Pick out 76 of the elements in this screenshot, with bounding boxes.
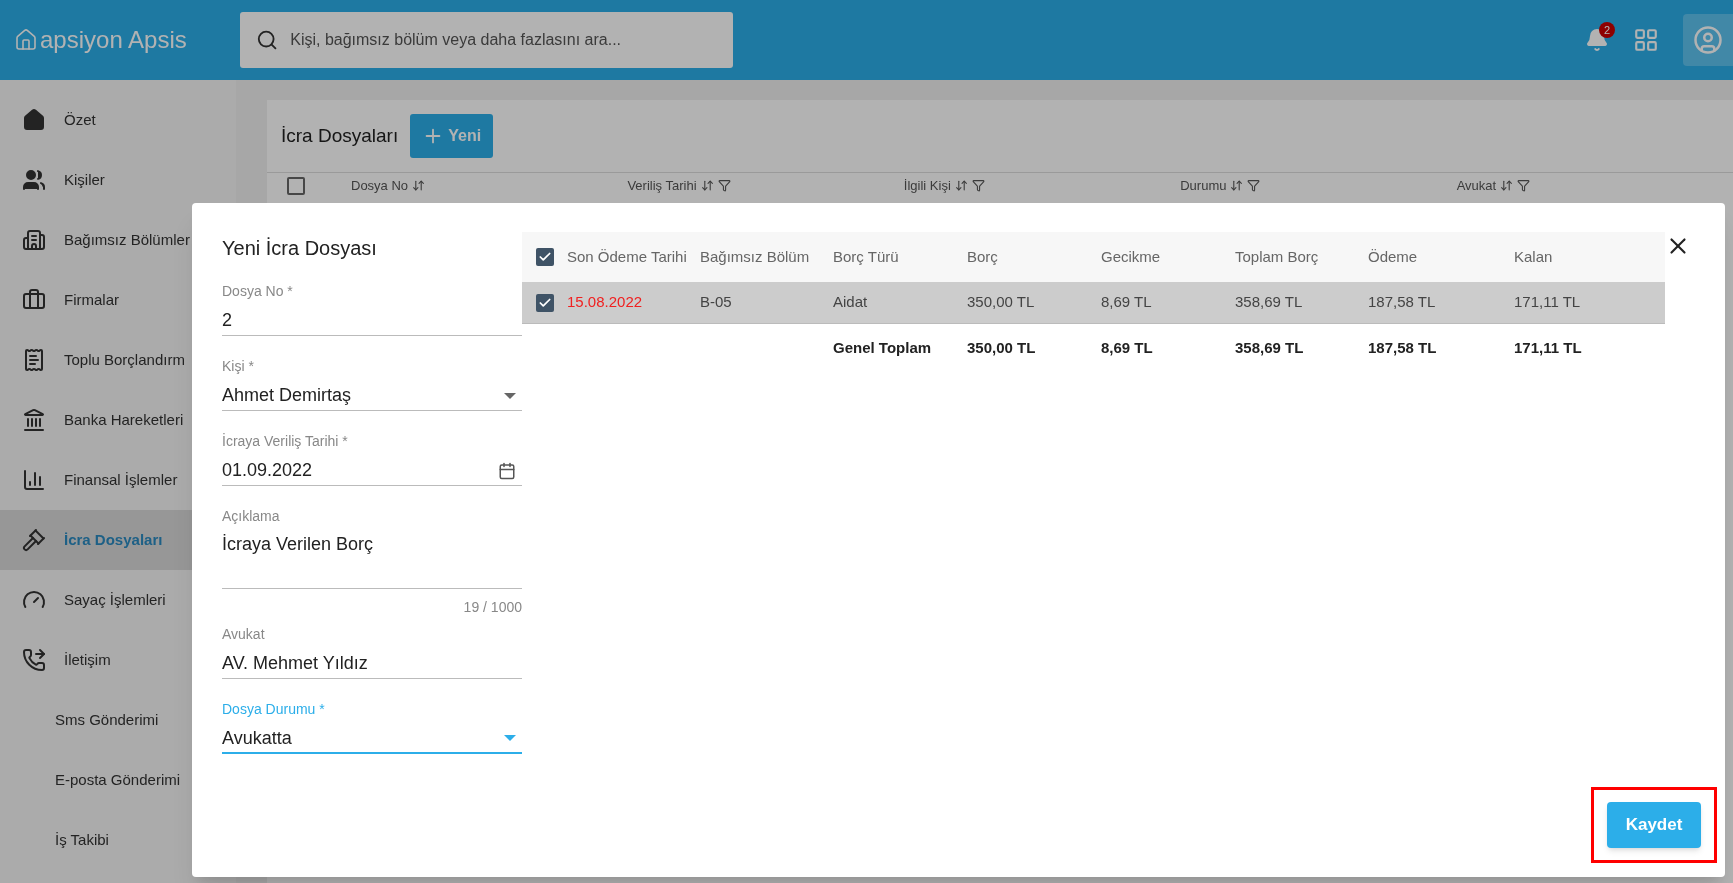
- column-header: Borç: [967, 247, 999, 267]
- sort-icon[interactable]: [412, 179, 426, 192]
- input-field[interactable]: 01.09.2022: [222, 452, 522, 486]
- input-field[interactable]: İcraya Verilen Borç: [222, 527, 522, 589]
- checkbox[interactable]: [535, 293, 554, 312]
- check-icon: [537, 250, 552, 264]
- table-cell-text: 187,58 TL: [1368, 292, 1437, 313]
- gavel-icon: [22, 528, 46, 552]
- search-field[interactable]: Kişi, bağımsız bölüm veya daha fazlasını ara...: [290, 28, 717, 52]
- receipt-icon: [22, 348, 46, 372]
- filter-icon[interactable]: [1517, 179, 1531, 192]
- table-cell-text: Aidat: [833, 292, 869, 313]
- input-field[interactable]: 2: [222, 302, 522, 336]
- sort-icon[interactable]: [1500, 179, 1514, 192]
- table-cell-text: 8,69 TL: [1101, 292, 1153, 313]
- sort-icon[interactable]: [954, 179, 968, 192]
- logo-icon: [14, 28, 38, 52]
- character-counter: 19 / 1000: [462, 598, 522, 617]
- column-header[interactable]: Durumu: [1180, 175, 1227, 196]
- column-header: Son Ödeme Tarihi: [567, 247, 688, 267]
- table-cell-text: 358,69 TL: [1235, 292, 1304, 313]
- total-cell-text: 358,69 TL: [1235, 337, 1305, 358]
- bank-icon: [22, 408, 46, 432]
- input-field[interactable]: AV. Mehmet Yıldız: [222, 645, 522, 679]
- total-cell-text: 350,00 TL: [967, 337, 1037, 358]
- bar-chart-icon: [22, 468, 46, 492]
- column-header: Borç Türü: [833, 247, 900, 267]
- dropdown-arrow-icon: [504, 392, 516, 399]
- dropdown-arrow-icon: [504, 735, 516, 741]
- table-cell-text: 15.08.2022: [567, 292, 644, 313]
- page-title: İcra Dosyaları: [281, 123, 399, 148]
- column-header[interactable]: Dosya No: [351, 175, 409, 196]
- notification-badge: 2: [1599, 22, 1615, 38]
- column-header: Gecikme: [1101, 247, 1162, 267]
- total-label: Genel Toplam: [833, 337, 933, 358]
- building-icon: [22, 228, 46, 252]
- people-icon: [22, 168, 46, 192]
- sort-icon[interactable]: [1230, 179, 1244, 192]
- table-cell-text: B-05: [700, 292, 733, 313]
- calendar-icon[interactable]: [498, 461, 516, 480]
- avatar-icon: [1693, 25, 1723, 55]
- dialog-title: Yeni İcra Dosyası: [222, 236, 378, 261]
- home-icon: [22, 108, 46, 132]
- field-label: Kişi *: [222, 357, 255, 376]
- column-header: Toplam Borç: [1235, 247, 1320, 267]
- table-cell-text: 171,11 TL: [1514, 292, 1582, 313]
- phone-icon: [22, 648, 46, 672]
- filter-icon[interactable]: [1247, 179, 1261, 192]
- sort-icon[interactable]: [700, 179, 714, 192]
- input-field[interactable]: Avukatta: [222, 720, 522, 754]
- filter-icon[interactable]: [971, 179, 985, 192]
- search-icon: [256, 28, 279, 52]
- total-cell-text: 171,11 TL: [1514, 337, 1583, 358]
- total-cell-text: 187,58 TL: [1368, 337, 1438, 358]
- filter-icon[interactable]: [717, 179, 731, 192]
- sidebar-item[interactable]: Özet: [0, 90, 236, 150]
- total-cell-text: 8,69 TL: [1101, 337, 1154, 358]
- field-label: İcraya Veriliş Tarihi *: [222, 432, 349, 451]
- checkbox[interactable]: [287, 176, 305, 195]
- briefcase-icon: [22, 288, 46, 312]
- logo-text: apsiyon Apsis: [40, 25, 187, 55]
- input-field[interactable]: Ahmet Demirtaş: [222, 377, 522, 411]
- table-row[interactable]: 15.08.2022 B-05 Aidat 350,00 TL 8,69 TL 358,69 TL 187,58 TL 171,11 TL: [522, 282, 1665, 324]
- column-header: Kalan: [1514, 247, 1554, 267]
- field-label: Dosya Durumu *: [222, 700, 326, 719]
- column-header[interactable]: Avukat: [1456, 175, 1497, 196]
- notification-icon[interactable]: [1585, 28, 1609, 52]
- column-header[interactable]: Veriliş Tarihi: [627, 175, 697, 196]
- column-header: Ödeme: [1368, 247, 1419, 267]
- search-bar[interactable]: Kişi, bağımsız bölüm veya daha fazlasını ara...: [240, 12, 733, 68]
- field-label: Dosya No *: [222, 282, 294, 301]
- table-cell-text: 350,00 TL: [967, 292, 1036, 313]
- checkbox[interactable]: [535, 248, 554, 266]
- column-header[interactable]: İlgili Kişi: [903, 175, 951, 196]
- column-header: Bağımsız Bölüm: [700, 247, 811, 267]
- sidebar-item[interactable]: Kişiler: [0, 150, 236, 210]
